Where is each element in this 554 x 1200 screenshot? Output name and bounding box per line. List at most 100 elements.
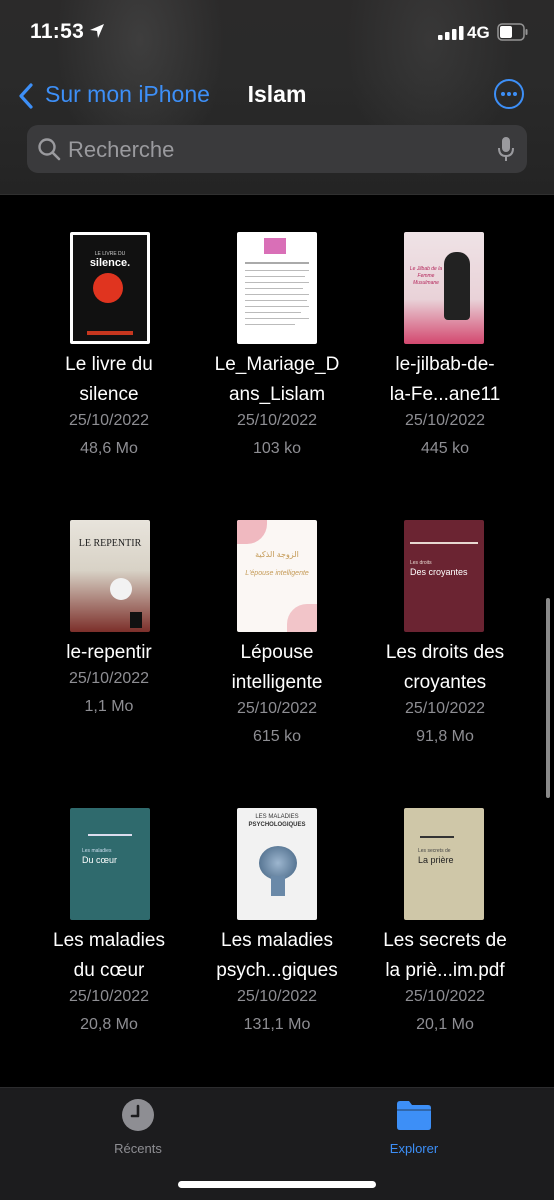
file-size: 20,1 Mo xyxy=(416,1016,474,1033)
file-name-line1: Le_Mariage_D xyxy=(214,354,340,375)
text-line xyxy=(245,324,295,325)
text-line xyxy=(245,276,305,277)
cover-subtitle: Les droits xyxy=(410,560,432,566)
file-size: 615 ko xyxy=(252,728,302,745)
text-line xyxy=(245,312,301,313)
cover-title: La prière xyxy=(418,855,454,865)
cover-title: Du cœur xyxy=(82,855,118,865)
network-type: 4G xyxy=(467,23,490,42)
more-dot xyxy=(507,92,511,96)
file-size: 1,1 Mo xyxy=(84,698,134,715)
file-date: 25/10/2022 xyxy=(404,988,486,1005)
text-line xyxy=(245,288,303,289)
cover-arabic-line xyxy=(420,836,454,838)
cover-logo xyxy=(130,612,142,628)
cover-sun xyxy=(93,273,123,303)
file-name-line2: la priè...im.pdf xyxy=(385,960,505,981)
file-thumbnail: LE LIVRE DU silence. xyxy=(70,232,150,344)
file-name-line1: Les maladies xyxy=(221,930,333,951)
search-placeholder: Recherche xyxy=(68,137,175,162)
tab-browse-label: Explorer xyxy=(389,1141,439,1156)
file-thumbnail: Le Jilbab de la Femme Musulmane xyxy=(404,232,484,344)
cover-figure xyxy=(444,252,470,320)
file-grid: LE LIVRE DU silence. Le livre du silence… xyxy=(0,196,554,1086)
cover-cloth xyxy=(110,578,132,600)
file-name-line1: Les droits des xyxy=(385,642,505,663)
text-line xyxy=(245,300,307,301)
cover-image xyxy=(264,238,286,254)
cover-title: silence. xyxy=(89,257,131,269)
scroll-indicator[interactable] xyxy=(546,598,550,798)
file-thumbnail xyxy=(237,232,317,344)
file-date: 25/10/2022 xyxy=(68,670,150,687)
file-name-line2: du cœur xyxy=(73,960,145,981)
folder-title: Islam xyxy=(247,81,307,107)
clock-icon xyxy=(122,1099,154,1131)
search-icon xyxy=(38,138,61,161)
file-name-line2: intelligente xyxy=(231,672,323,693)
status-time: 11:53 xyxy=(30,20,85,43)
file-size: 20,8 Mo xyxy=(80,1016,138,1033)
file-thumbnail: Les secrets de La prière xyxy=(404,808,484,920)
microphone-icon[interactable] xyxy=(497,136,515,162)
file-name-line1: le-repentir xyxy=(66,642,152,663)
file-date: 25/10/2022 xyxy=(404,412,486,429)
file-thumbnail: Les maladies Du cœur xyxy=(70,808,150,920)
file-thumbnail: LE REPENTIR xyxy=(70,520,150,632)
cover-subtitle: Les maladies xyxy=(82,848,112,854)
battery-icon xyxy=(497,23,528,41)
file-size: 91,8 Mo xyxy=(416,728,474,745)
more-options-button[interactable] xyxy=(494,79,524,109)
file-thumbnail: Les droits Des croyantes xyxy=(404,520,484,632)
text-line xyxy=(245,282,309,283)
file-size: 103 ko xyxy=(252,440,302,457)
file-name-line2: silence xyxy=(79,384,139,405)
tab-recents[interactable]: Récents xyxy=(78,1098,198,1156)
text-line xyxy=(245,262,309,264)
cover-subtitle: LES MALADIES xyxy=(255,814,299,820)
text-line xyxy=(245,270,309,271)
folder-icon xyxy=(397,1101,431,1130)
file-size: 131,1 Mo xyxy=(243,1016,311,1033)
file-size: 445 ko xyxy=(420,440,470,457)
file-date: 25/10/2022 xyxy=(236,412,318,429)
cover-flowers xyxy=(287,604,317,632)
location-arrow-icon xyxy=(90,24,104,38)
cover-band xyxy=(87,331,133,335)
file-name-line1: Les maladies xyxy=(53,930,165,951)
file-date: 25/10/2022 xyxy=(68,412,150,429)
text-line xyxy=(245,318,309,319)
text-line xyxy=(245,294,309,295)
file-name-line2: ans_Lislam xyxy=(228,384,326,405)
more-dot xyxy=(501,92,505,96)
file-date: 25/10/2022 xyxy=(236,988,318,1005)
cover-flowers xyxy=(237,520,267,544)
text-line xyxy=(245,306,309,307)
cover-neck xyxy=(271,876,285,896)
file-date: 25/10/2022 xyxy=(404,700,486,717)
file-thumbnail: LES MALADIES PSYCHOLOGIQUES xyxy=(237,808,317,920)
file-name-line2: croyantes xyxy=(403,672,487,693)
cover-title: Le Jilbab de la Femme Musulmane xyxy=(409,266,443,286)
file-name-line2: la-Fe...ane11 xyxy=(389,384,501,405)
cover-title: Des croyantes xyxy=(410,567,468,577)
status-bar: 11:53 4G xyxy=(0,0,554,62)
file-name-line2: psych...giques xyxy=(216,960,338,981)
cover-brain xyxy=(259,846,297,880)
file-date: 25/10/2022 xyxy=(68,988,150,1005)
cover-subtitle: Les secrets de xyxy=(418,848,451,854)
tab-browse[interactable]: Explorer xyxy=(354,1098,474,1156)
cover-title: LE REPENTIR xyxy=(78,538,142,549)
file-date: 25/10/2022 xyxy=(236,700,318,717)
file-size: 48,6 Mo xyxy=(80,440,138,457)
cover-arabic-line xyxy=(410,542,478,544)
file-name-line1: Les secrets de xyxy=(383,930,507,951)
cover-title: L'épouse intelligente xyxy=(245,570,309,577)
search-input[interactable]: Recherche xyxy=(27,125,527,173)
cover-arabic-line xyxy=(88,834,132,836)
file-thumbnail: الزوجة الذكية L'épouse intelligente xyxy=(237,520,317,632)
tab-recents-label: Récents xyxy=(114,1141,162,1156)
file-name-line1: Lépouse xyxy=(240,642,314,663)
cellular-signal-icon xyxy=(438,26,464,40)
home-indicator[interactable] xyxy=(178,1181,376,1188)
